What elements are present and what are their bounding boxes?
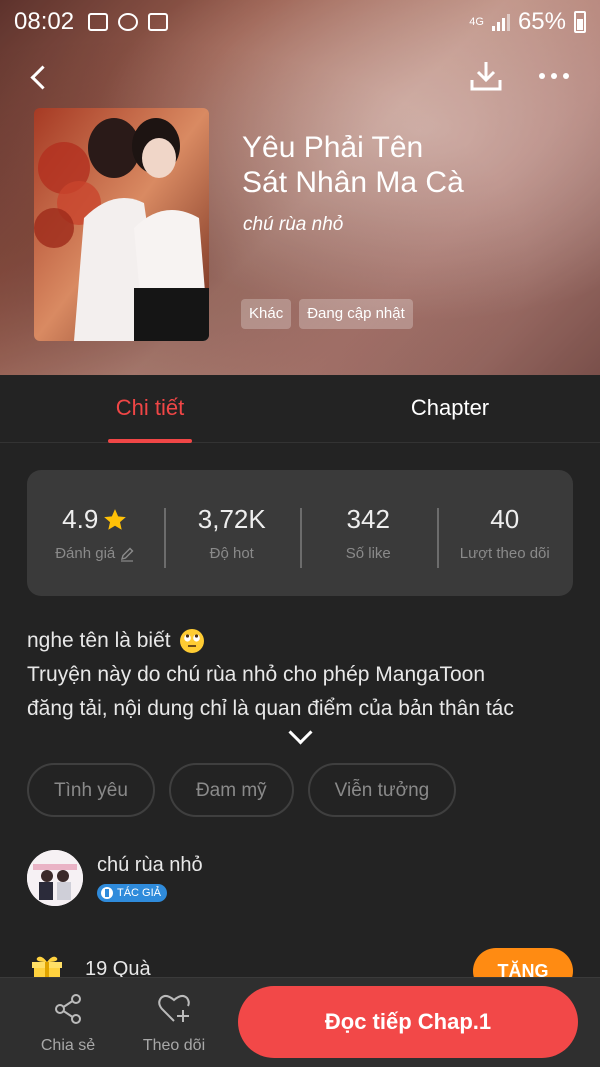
book-author[interactable]: chú rùa nhỏ [243, 214, 343, 236]
description-line: nghe tên là biết [27, 629, 171, 652]
expand-description-chevron-icon[interactable] [282, 722, 318, 748]
author-row[interactable]: chú rùa nhỏ TÁC GIẢ [27, 850, 573, 910]
hot-value: 3,72K [197, 504, 266, 534]
download-icon [470, 62, 502, 91]
tag-category[interactable]: Khác [241, 299, 292, 329]
follow-button[interactable]: Theo dõi [134, 992, 214, 1055]
more-dot [539, 73, 545, 79]
bottom-action-bar: Chia sẻ Theo dõi Đọc tiếp Chap.1 [0, 977, 600, 1067]
avatar-image [27, 850, 83, 906]
hot-label: Độ hot [209, 545, 254, 562]
description: nghe tên là biết Truyện này do chú rùa n… [27, 624, 577, 726]
likes-value: 342 [346, 504, 390, 534]
download-button[interactable] [466, 56, 506, 96]
share-label: Chia sẻ [40, 1037, 96, 1054]
genre-tag[interactable]: Đam mỹ [168, 763, 294, 817]
stat-hot: 3,72K Độ hot [163, 504, 301, 568]
star-icon [104, 508, 127, 530]
cover-image [34, 108, 209, 341]
stat-followers: 40 Lượt theo dõi [436, 504, 574, 568]
follow-label: Theo dõi [142, 1037, 206, 1054]
eye-roll-emoji-icon [179, 629, 204, 653]
gallery-icon [88, 13, 109, 31]
tag-status: Đang cập nhật [299, 299, 413, 329]
network-type: 4G [469, 16, 484, 28]
book-title: Yêu Phải Tên Sát Nhân Ma Cà [242, 130, 572, 200]
book-title-line: Yêu Phải Tên [242, 131, 424, 164]
genre-tag[interactable]: Tình yêu [27, 763, 155, 817]
edit-pencil-icon [121, 547, 134, 562]
signal-icon [491, 13, 510, 31]
rating-value: 4.9 [62, 504, 99, 534]
stat-likes: 342 Số like [300, 504, 437, 568]
more-dot [551, 73, 557, 79]
genre-tag[interactable]: Viễn tưởng [307, 763, 457, 817]
battery-icon [574, 11, 586, 33]
status-bar: 08:02 4G 65% [0, 0, 600, 44]
tab-bar: Chi tiết Chapter [0, 375, 600, 443]
avatar[interactable] [27, 850, 83, 906]
stat-rating[interactable]: 4.9 Đánh giá [27, 504, 164, 562]
author-badge: TÁC GIẢ [97, 884, 168, 902]
video-icon [148, 13, 169, 31]
description-line: đăng tải, nội dung chỉ là quan điểm của … [27, 697, 514, 720]
more-options-button[interactable] [530, 56, 578, 96]
book-title-line: Sát Nhân Ma Cà [242, 166, 464, 199]
battery-percent: 65% [517, 8, 566, 35]
share-icon [55, 994, 81, 1024]
author-name: chú rùa nhỏ [97, 854, 203, 876]
stats-card: 4.9 Đánh giá 3,72K Độ hot 342 Số like 40… [27, 470, 573, 596]
continue-reading-button[interactable]: Đọc tiếp Chap.1 [238, 986, 578, 1058]
status-notification-icons [88, 13, 169, 31]
followers-value: 40 [490, 504, 520, 534]
book-cover [34, 108, 209, 341]
description-line: Truyện này do chú rùa nhỏ cho phép Manga… [27, 663, 486, 686]
tab-details[interactable]: Chi tiết [0, 375, 300, 443]
heart-plus-icon [158, 994, 190, 1022]
tab-chapters[interactable]: Chapter [300, 375, 600, 443]
share-button[interactable]: Chia sẻ [28, 992, 108, 1055]
author-badge-label: TÁC GIẢ [117, 887, 162, 899]
genre-tags: Tình yêu Đam mỹ Viễn tưởng [27, 763, 457, 817]
back-button[interactable] [22, 58, 62, 98]
rating-label: Đánh giá [55, 545, 116, 562]
book-tags: Khác Đang cập nhật [241, 299, 413, 329]
author-badge-icon [101, 887, 113, 899]
more-dot [563, 73, 569, 79]
media-icon [118, 13, 139, 31]
followers-label: Lượt theo dõi [459, 545, 550, 562]
top-bar [0, 52, 600, 104]
status-time: 08:02 [14, 8, 75, 35]
likes-label: Số like [345, 545, 391, 562]
